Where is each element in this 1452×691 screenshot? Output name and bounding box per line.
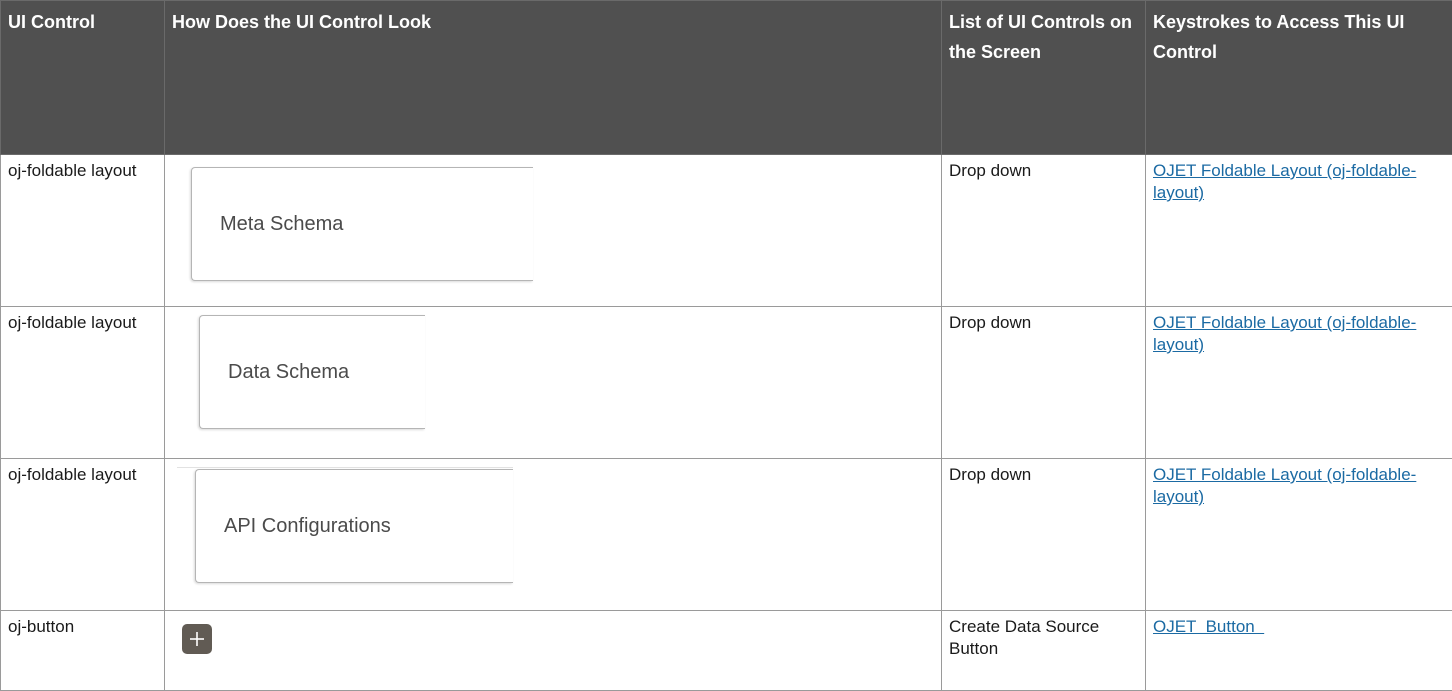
cell-keystrokes: OJET Foldable Layout (oj-foldable-layout… — [1146, 459, 1452, 611]
table-row: oj-foldable layout Meta Schema Drop down… — [1, 155, 1452, 307]
create-data-source-button[interactable] — [182, 624, 212, 654]
api-configurations-foldable[interactable]: API Configurations — [195, 469, 513, 583]
ojet-foldable-layout-link[interactable]: OJET Foldable Layout (oj-foldable-layout… — [1153, 313, 1416, 354]
cell-control-list: Drop down — [942, 307, 1146, 459]
cell-keystrokes: OJET Foldable Layout (oj-foldable-layout… — [1146, 307, 1452, 459]
cell-preview: API Configurations — [165, 459, 942, 611]
foldable-label: Data Schema — [228, 361, 349, 383]
ojet-button-link[interactable]: OJET Button — [1153, 617, 1264, 636]
header-row: UI Control How Does the UI Control Look … — [1, 1, 1452, 155]
table-row: oj-button Create Data Source Button OJET… — [1, 611, 1452, 691]
foldable-label: Meta Schema — [220, 213, 343, 235]
cell-control-name: oj-button — [1, 611, 165, 691]
cell-control-name: oj-foldable layout — [1, 307, 165, 459]
cell-control-list: Create Data Source Button — [942, 611, 1146, 691]
ojet-foldable-layout-link[interactable]: OJET Foldable Layout (oj-foldable-layout… — [1153, 161, 1416, 202]
header-keystrokes: Keystrokes to Access This UI Control — [1146, 1, 1452, 155]
cell-preview: Data Schema — [165, 307, 942, 459]
cell-control-list: Drop down — [942, 155, 1146, 307]
cell-control-name: oj-foldable layout — [1, 459, 165, 611]
header-ui-control: UI Control — [1, 1, 165, 155]
header-how-it-looks: How Does the UI Control Look — [165, 1, 942, 155]
data-schema-foldable[interactable]: Data Schema — [199, 315, 425, 429]
table-row: oj-foldable layout Data Schema Drop down… — [1, 307, 1452, 459]
cell-keystrokes: OJET Button — [1146, 611, 1452, 691]
table-row: oj-foldable layout API Configurations Dr… — [1, 459, 1452, 611]
header-list-of-controls: List of UI Controls on the Screen — [942, 1, 1146, 155]
cell-control-name: oj-foldable layout — [1, 155, 165, 307]
cell-keystrokes: OJET Foldable Layout (oj-foldable-layout… — [1146, 155, 1452, 307]
cell-preview: Meta Schema — [165, 155, 942, 307]
divider — [177, 467, 513, 468]
meta-schema-foldable[interactable]: Meta Schema — [191, 167, 533, 281]
cell-preview — [165, 611, 942, 691]
plus-icon — [188, 630, 206, 648]
ui-controls-table: UI Control How Does the UI Control Look … — [0, 0, 1452, 691]
cell-control-list: Drop down — [942, 459, 1146, 611]
foldable-label: API Configurations — [224, 515, 391, 537]
ojet-foldable-layout-link[interactable]: OJET Foldable Layout (oj-foldable-layout… — [1153, 465, 1416, 506]
